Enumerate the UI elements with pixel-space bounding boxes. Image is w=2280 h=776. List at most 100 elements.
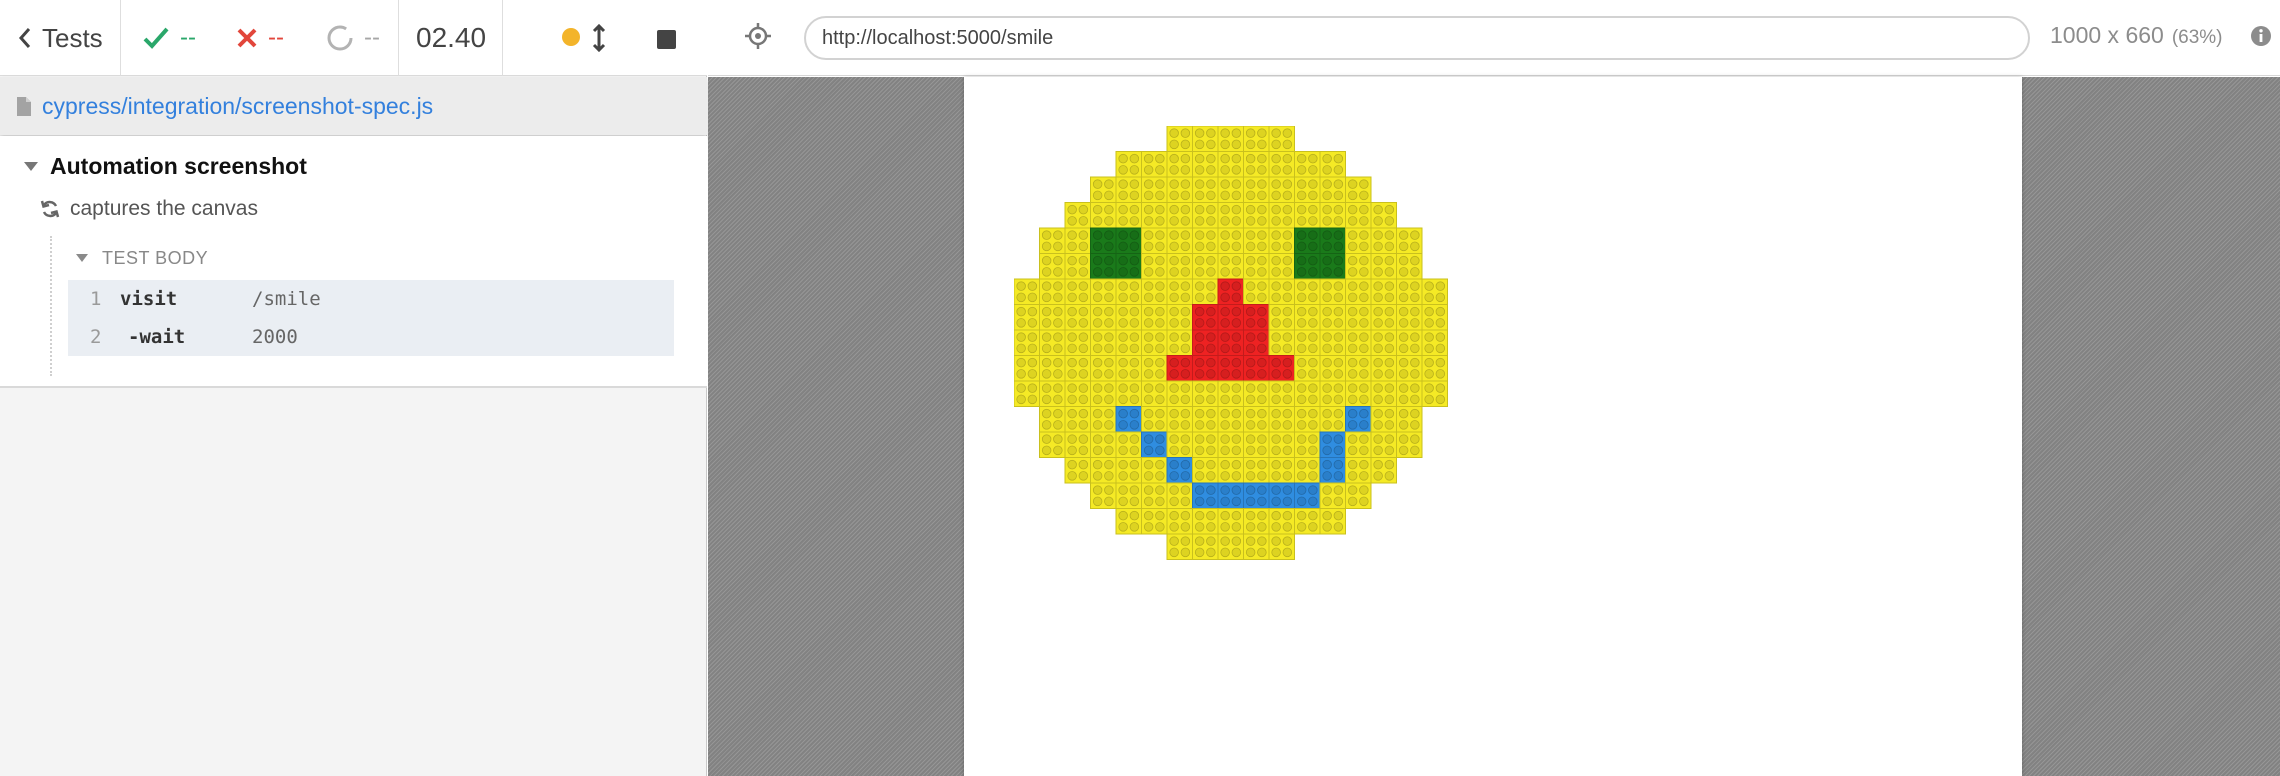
lego-brick	[1217, 431, 1244, 458]
test-row[interactable]: captures the canvas	[40, 190, 258, 228]
command-row[interactable]: 2 -wait 2000	[68, 318, 674, 356]
lego-brick	[1217, 482, 1244, 509]
aut-stage	[708, 77, 2280, 776]
lego-brick	[1345, 406, 1372, 433]
scroll-toggle-icon	[592, 24, 606, 52]
lego-brick	[1192, 533, 1219, 560]
lego-brick	[1141, 253, 1168, 280]
lego-brick	[1319, 406, 1346, 433]
lego-brick	[1243, 431, 1270, 458]
lego-brick	[1268, 176, 1295, 203]
lego-brick	[1345, 202, 1372, 229]
lego-brick	[1319, 253, 1346, 280]
divider	[502, 0, 503, 76]
info-icon[interactable]	[2250, 25, 2272, 47]
lego-brick	[1268, 329, 1295, 356]
lego-brick	[1115, 304, 1142, 331]
lego-brick	[1268, 253, 1295, 280]
lego-brick	[1268, 431, 1295, 458]
test-title: captures the canvas	[70, 197, 258, 220]
lego-brick	[1421, 304, 1448, 331]
lego-brick	[1064, 227, 1091, 254]
lego-brick	[1064, 406, 1091, 433]
stop-button[interactable]	[657, 30, 676, 49]
lego-brick	[1370, 380, 1397, 407]
lego-brick	[1345, 304, 1372, 331]
command-message: /smile	[252, 288, 321, 310]
lego-brick	[1319, 431, 1346, 458]
lego-brick	[1294, 151, 1321, 178]
auto-scroll-toggle[interactable]	[592, 0, 606, 76]
lego-brick	[1345, 431, 1372, 458]
lego-brick	[1217, 533, 1244, 560]
lego-brick	[1090, 482, 1117, 509]
lego-brick	[1039, 253, 1066, 280]
lego-brick	[1090, 304, 1117, 331]
lego-brick	[1090, 253, 1117, 280]
lego-brick	[1166, 508, 1193, 535]
lego-brick	[1192, 151, 1219, 178]
lego-brick	[1192, 508, 1219, 535]
lego-brick	[1294, 329, 1321, 356]
lego-brick	[1217, 355, 1244, 382]
lego-brick	[1115, 176, 1142, 203]
lego-brick	[1166, 329, 1193, 356]
lego-brick	[1166, 355, 1193, 382]
command-list: 1 visit /smile 2 -wait 2000	[68, 280, 674, 356]
lego-brick	[1166, 380, 1193, 407]
aut-iframe	[964, 77, 2022, 776]
lego-brick	[1115, 380, 1142, 407]
command-number: 1	[90, 288, 102, 310]
lego-brick	[1243, 126, 1270, 152]
lego-brick	[1090, 431, 1117, 458]
lego-brick	[1192, 278, 1219, 305]
lego-brick	[1319, 482, 1346, 509]
lego-brick	[1217, 253, 1244, 280]
refresh-icon	[40, 200, 60, 218]
lego-brick	[1294, 380, 1321, 407]
url-text: http://localhost:5000/smile	[822, 26, 1054, 49]
lego-brick	[1421, 329, 1448, 356]
lego-brick	[1217, 202, 1244, 229]
lego-brick	[1396, 406, 1423, 433]
lego-brick	[1268, 508, 1295, 535]
lego-brick	[1141, 482, 1168, 509]
lego-brick	[1192, 176, 1219, 203]
lego-brick	[1217, 457, 1244, 484]
lego-brick	[1039, 431, 1066, 458]
viewport-size: 1000 x 660	[2050, 22, 2164, 48]
lego-brick	[1141, 304, 1168, 331]
lego-brick	[1370, 431, 1397, 458]
lego-brick	[1294, 278, 1321, 305]
command-row[interactable]: 1 visit /smile	[68, 280, 674, 318]
suite-row[interactable]: Automation screenshot	[24, 146, 307, 186]
viewport-info[interactable]: 1000 x 660 (63%)	[2050, 22, 2223, 49]
lego-brick	[1141, 278, 1168, 305]
lego-brick	[1064, 431, 1091, 458]
lego-brick	[1421, 355, 1448, 382]
lego-brick	[1141, 457, 1168, 484]
lego-brick	[1192, 304, 1219, 331]
lego-brick	[1319, 380, 1346, 407]
lego-brick	[1115, 431, 1142, 458]
lego-brick	[1014, 355, 1040, 382]
test-body-header[interactable]: TEST BODY	[76, 240, 208, 276]
lego-brick	[1064, 457, 1091, 484]
url-bar[interactable]: http://localhost:5000/smile	[804, 16, 2030, 60]
lego-brick	[1192, 202, 1219, 229]
lego-brick	[1141, 202, 1168, 229]
lego-brick	[1243, 355, 1270, 382]
passed-value: --	[180, 24, 196, 51]
tests-button[interactable]: Tests	[18, 0, 103, 76]
lego-brick	[1421, 380, 1448, 407]
lego-brick	[1192, 329, 1219, 356]
lego-brick	[1370, 406, 1397, 433]
lego-brick	[1166, 126, 1193, 152]
lego-brick	[1064, 380, 1091, 407]
passed-count: --	[142, 0, 196, 76]
selector-playground-button[interactable]	[744, 22, 772, 55]
lego-brick	[1345, 380, 1372, 407]
lego-brick	[1217, 151, 1244, 178]
spec-file-link[interactable]: cypress/integration/screenshot-spec.js	[42, 93, 433, 120]
lego-brick	[1090, 329, 1117, 356]
